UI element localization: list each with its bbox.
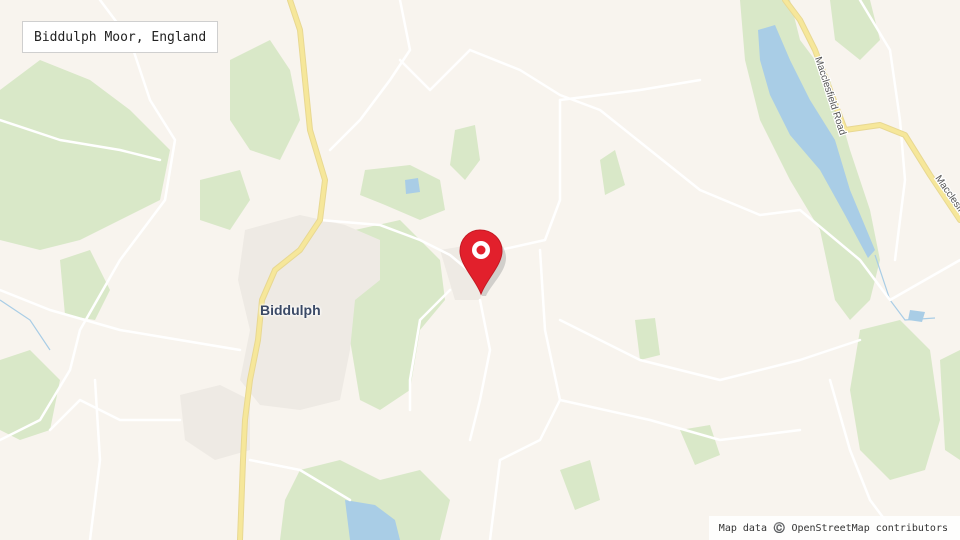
- attribution-text: Map data ©️ OpenStreetMap contributors: [718, 522, 948, 534]
- location-title-box: Biddulph Moor, England: [22, 21, 219, 53]
- location-title: Biddulph Moor, England: [34, 29, 207, 45]
- map-attribution: Map data ©️ OpenStreetMap contributors: [708, 516, 960, 540]
- map-pin-icon[interactable]: [456, 228, 506, 296]
- town-label-biddulph: Biddulph: [260, 302, 321, 318]
